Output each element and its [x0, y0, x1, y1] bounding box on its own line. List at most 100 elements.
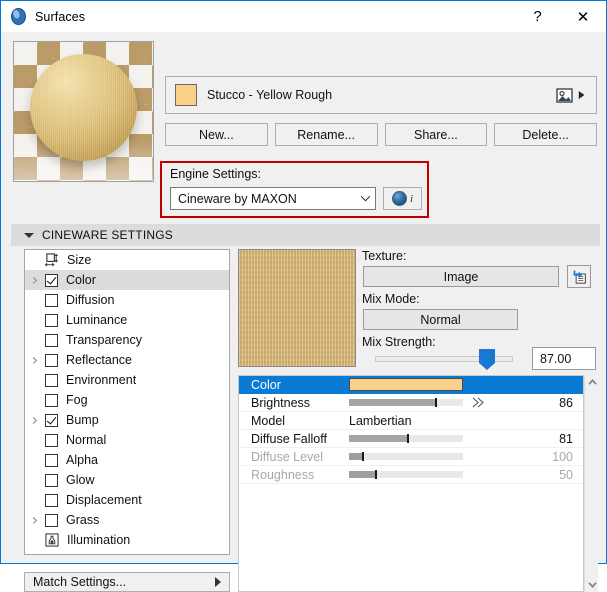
parameter-row[interactable]: Roughness 50 [239, 466, 583, 484]
engine-select[interactable]: Cineware by MAXON [170, 187, 376, 210]
channel-label: Grass [66, 513, 100, 527]
close-button[interactable]: ✕ [560, 2, 606, 32]
channel-checkbox-color[interactable] [45, 273, 58, 287]
cineware-settings-header[interactable]: CINEWARE SETTINGS [11, 224, 600, 246]
material-expand-arrow[interactable] [575, 88, 589, 102]
parameter-control[interactable] [349, 448, 529, 465]
channel-row-diffusion[interactable]: Diffusion [25, 290, 229, 310]
expander-spacer [28, 490, 42, 510]
texture-button[interactable]: Image [363, 266, 559, 287]
chevron-right-icon[interactable] [28, 270, 42, 290]
channel-checkbox-transparency[interactable] [45, 333, 58, 347]
engine-settings-group: Engine Settings: Cineware by MAXON i [160, 161, 429, 218]
channel-row-illumination[interactable]: Illumination [25, 530, 229, 550]
share-button[interactable]: Share... [384, 123, 488, 146]
parameter-control[interactable] [349, 466, 529, 483]
parameter-control[interactable] [349, 430, 529, 447]
parameter-row[interactable]: Diffuse Level 100 [239, 448, 583, 466]
scroll-down-icon[interactable] [585, 578, 599, 592]
image-picker-icon[interactable] [556, 87, 573, 103]
expander-spacer [28, 470, 42, 490]
channel-row-displacement[interactable]: Displacement [25, 490, 229, 510]
channel-checkbox-luminance[interactable] [45, 313, 58, 327]
parameter-color-swatch[interactable] [349, 378, 463, 391]
channel-row-bump[interactable]: Bump [25, 410, 229, 430]
title-bar: Surfaces ? ✕ [1, 1, 606, 32]
mix-strength-value[interactable]: 87.00 [532, 347, 596, 370]
parameter-name: Color [251, 377, 281, 392]
new-button[interactable]: New... [165, 123, 268, 146]
parameter-slider[interactable] [349, 398, 463, 407]
info-icon: i [409, 192, 414, 205]
channel-label: Luminance [66, 313, 128, 327]
rename-button[interactable]: Rename... [274, 123, 378, 146]
parameter-control[interactable] [349, 394, 529, 411]
dialog-body: Stucco - Yellow Rough New... Rename... S… [2, 32, 605, 592]
parameter-table[interactable]: Color Brightness 86 Model Lambertian Diffuse … [238, 375, 584, 592]
parameter-control[interactable] [349, 376, 529, 393]
expander-spacer [28, 250, 42, 270]
channel-checkbox-environment[interactable] [45, 373, 58, 387]
mix-mode-button[interactable]: Normal [363, 309, 518, 330]
mix-strength-handle[interactable] [478, 349, 496, 371]
chevron-down-icon [355, 188, 375, 209]
load-texture-button[interactable] [567, 265, 591, 288]
scroll-up-icon[interactable] [585, 375, 599, 389]
engine-select-value: Cineware by MAXON [178, 191, 297, 206]
channel-label: Environment [66, 373, 137, 387]
channel-row-size[interactable]: Size [25, 250, 229, 270]
parameter-row[interactable]: Diffuse Falloff 81 [239, 430, 583, 448]
material-preview[interactable] [13, 41, 154, 182]
expander-spacer [28, 390, 42, 410]
channel-row-reflectance[interactable]: Reflectance [25, 350, 229, 370]
parameter-slider[interactable] [349, 470, 463, 479]
channel-checkbox-bump[interactable] [45, 413, 58, 427]
channel-checkbox-diffusion[interactable] [45, 293, 58, 307]
section-title: CINEWARE SETTINGS [42, 228, 173, 242]
channel-label: Illumination [67, 533, 131, 547]
illumination-icon [44, 533, 59, 548]
channel-checkbox-reflectance[interactable] [45, 353, 58, 367]
engine-info-button[interactable]: i [383, 187, 422, 210]
parameter-slider[interactable] [349, 452, 463, 461]
parameter-name: Roughness [251, 467, 315, 482]
channel-checkbox-displacement[interactable] [45, 493, 58, 507]
channel-checkbox-glow[interactable] [45, 473, 58, 487]
channel-row-alpha[interactable]: Alpha [25, 450, 229, 470]
double-chevron-right-icon[interactable] [472, 397, 485, 408]
parameter-control[interactable]: Lambertian [349, 412, 529, 429]
parameter-row[interactable]: Color [239, 376, 583, 394]
parameter-value: 81 [559, 431, 573, 446]
channel-row-environment[interactable]: Environment [25, 370, 229, 390]
channel-checkbox-alpha[interactable] [45, 453, 58, 467]
chevron-right-icon[interactable] [28, 350, 42, 370]
expander-spacer [28, 450, 42, 470]
parameter-scrollbar[interactable] [584, 375, 598, 592]
channel-row-normal[interactable]: Normal [25, 430, 229, 450]
expander-spacer [28, 330, 42, 350]
channel-checkbox-normal[interactable] [45, 433, 58, 447]
channel-list[interactable]: Size Color Diffusion Luminance Transparency R… [24, 249, 230, 555]
help-button[interactable]: ? [515, 2, 560, 32]
parameter-slider[interactable] [349, 434, 463, 443]
parameter-text-value[interactable]: Lambertian [349, 414, 412, 428]
channel-row-glow[interactable]: Glow [25, 470, 229, 490]
material-name-field[interactable]: Stucco - Yellow Rough [165, 76, 597, 114]
parameter-name: Model [251, 413, 286, 428]
match-settings-button[interactable]: Match Settings... [24, 572, 230, 592]
parameter-name: Diffuse Falloff [251, 431, 327, 446]
channel-row-grass[interactable]: Grass [25, 510, 229, 530]
channel-row-color[interactable]: Color [25, 270, 229, 290]
channel-row-luminance[interactable]: Luminance [25, 310, 229, 330]
chevron-right-icon[interactable] [28, 410, 42, 430]
chevron-right-icon[interactable] [28, 510, 42, 530]
parameter-name: Diffuse Level [251, 449, 324, 464]
channel-row-fog[interactable]: Fog [25, 390, 229, 410]
parameter-row[interactable]: Brightness 86 [239, 394, 583, 412]
channel-checkbox-grass[interactable] [45, 513, 58, 527]
channel-row-transparency[interactable]: Transparency [25, 330, 229, 350]
parameter-row[interactable]: Model Lambertian [239, 412, 583, 430]
channel-checkbox-fog[interactable] [45, 393, 58, 407]
texture-preview[interactable] [238, 249, 356, 367]
delete-button[interactable]: Delete... [494, 123, 597, 146]
